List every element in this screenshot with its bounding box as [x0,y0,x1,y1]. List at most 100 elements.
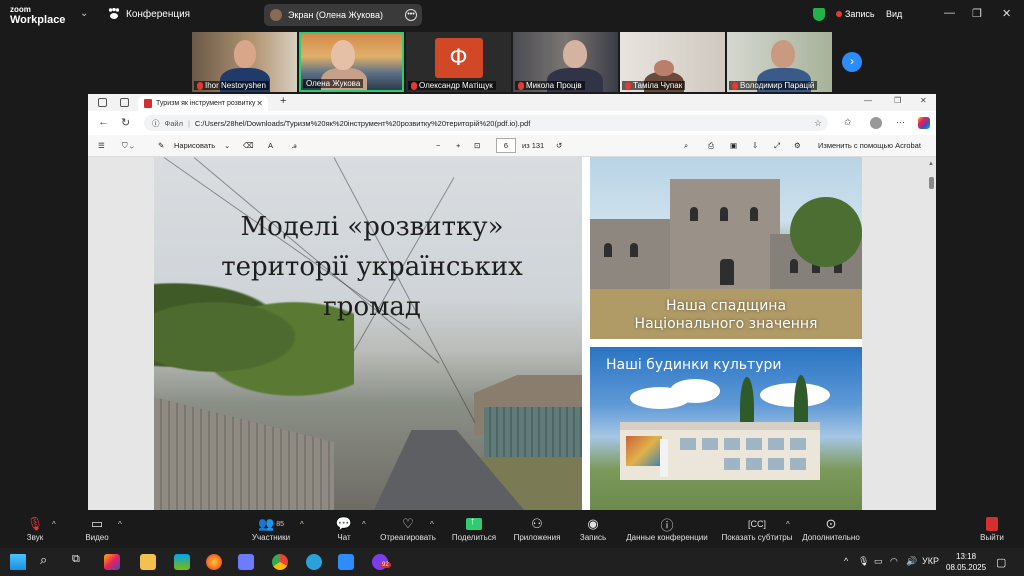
slide-title-line3: громад [323,292,421,322]
audio-options-icon[interactable]: ^ [52,520,56,529]
minimize-icon[interactable]: — [944,7,955,19]
firefox-icon[interactable] [206,554,222,570]
share-screen-button[interactable]: Поделиться [448,515,500,542]
draw-icon[interactable]: ✎ [158,141,164,150]
leave-button[interactable]: Выйти [978,515,1006,542]
screen-share-indicator[interactable]: Экран (Олена Жукова) ••• [264,4,422,26]
wifi-icon[interactable]: ◠ [890,556,898,567]
profile-avatar[interactable] [870,117,882,129]
workspaces-icon[interactable] [98,98,107,107]
telegram-icon[interactable] [306,554,322,570]
read-aloud-icon[interactable]: ꭿ [292,141,297,151]
video-options-icon[interactable]: ^ [118,520,122,529]
view-button[interactable]: Вид [886,9,902,19]
file-explorer-icon[interactable] [140,554,156,570]
participants-options-icon[interactable]: ^ [300,520,304,529]
zoom-in-icon[interactable]: + [456,141,460,150]
record-button[interactable]: ◉ Запись [576,515,610,542]
clock[interactable]: 13:18 08.05.2025 [946,551,986,573]
search-icon[interactable]: ⌕ [684,141,688,151]
video-button[interactable]: ▭ Видео [80,515,114,542]
print-icon[interactable]: ⎙ [708,141,714,151]
store-icon[interactable] [174,554,190,570]
settings-gear-icon[interactable]: ⚙ [794,141,801,150]
react-options-icon[interactable]: ^ [430,520,434,529]
fullscreen-icon[interactable]: ⤢ [774,141,780,151]
wall [590,219,680,299]
chat-options-icon[interactable]: ^ [362,520,366,529]
refresh-icon[interactable]: ↻ [121,116,130,129]
zoom-app-icon[interactable] [338,554,354,570]
zoom-out-icon[interactable]: − [436,141,440,150]
copilot-icon[interactable] [918,117,930,129]
save-icon[interactable]: ▣ [730,141,737,150]
highlight-icon[interactable]: ⛉ ⌄ [122,141,134,151]
close-icon[interactable]: ✕ [1002,7,1011,20]
scroll-up-icon[interactable]: ▲ [928,161,934,167]
tab-actions-icon[interactable] [120,98,129,107]
info-icon[interactable]: ⓘ [152,118,160,129]
draw-button[interactable]: Нарисовать [174,141,215,150]
edit-with-acrobat-button[interactable]: Изменить с помощью Acrobat [818,141,921,150]
favorite-star-icon[interactable]: ☆ [814,118,822,129]
text-icon[interactable]: A [268,141,273,150]
microphone-icon[interactable]: 🎙 [858,556,869,567]
start-windows-icon[interactable] [10,554,26,570]
minimize-icon[interactable]: — [864,96,872,105]
close-icon[interactable]: ✕ [920,96,927,105]
statue [660,439,668,477]
save-disk-icon[interactable] [238,554,254,570]
contents-icon[interactable]: ☰ [98,141,105,150]
chevron-up-icon[interactable]: ^ [844,556,848,566]
apps-button[interactable]: ⚇ Приложения [510,515,564,542]
meeting-menu[interactable]: Конференция [108,8,190,20]
react-button[interactable]: ♡ Отреагировать [378,515,438,542]
more-icon[interactable]: ⋯ [896,117,905,128]
captions-button[interactable]: [CC] Показать субтитры [720,515,794,542]
more-icon[interactable]: ••• [405,9,417,21]
favorites-icon[interactable]: ✩ [844,117,852,128]
chevron-down-icon[interactable]: ⌄ [224,141,230,150]
participant-tile[interactable]: Ihor Nestoryshen [192,32,297,92]
more-button[interactable]: ⊙ Дополнительно [800,515,862,542]
next-page-arrow-icon[interactable]: › [842,52,862,72]
page-number-input[interactable]: 6 [496,138,516,153]
volume-icon[interactable]: 🔊 [906,556,917,567]
close-tab-icon[interactable]: ✕ [256,99,263,108]
task-view-icon[interactable]: ⧉ [72,553,80,566]
participants-button[interactable]: 👥 85 Участники [248,515,294,542]
captions-options-icon[interactable]: ^ [786,520,790,529]
new-tab-icon[interactable]: + [280,95,286,107]
meeting-info-button[interactable]: ⓘ Данные конференции [624,515,710,543]
back-icon[interactable]: ← [98,116,109,128]
window [724,438,740,450]
recording-indicator[interactable]: Запись [836,9,875,19]
audio-label: Звук [26,533,44,542]
shield-icon[interactable] [813,8,825,21]
battery-icon[interactable]: ▭ [874,556,883,567]
participant-tile[interactable]: Володимир Парацій [727,32,832,92]
restore-icon[interactable]: ❐ [894,96,901,105]
tab-pdf[interactable]: Туризм як інструмент розвитку ✕ [138,96,268,111]
participant-tile[interactable]: Микола Проців [513,32,618,92]
chevron-down-icon[interactable]: ⌄ [80,8,88,19]
rotate-icon[interactable]: ↺ [556,141,562,150]
participant-tile[interactable]: Ф Олександр Матіщук [406,32,511,92]
notifications-icon[interactable]: ▢ [996,556,1006,569]
chat-button[interactable]: 💬 Чат [332,515,356,542]
participant-tile[interactable]: Тамiла Чупак [620,32,725,92]
copilot-icon[interactable] [104,554,120,570]
participant-tile-active[interactable]: Олена Жукова [299,32,404,92]
address-bar[interactable]: ⓘ Файл | C:/Users/28hel/Downloads/Туризм… [144,115,828,131]
scrollbar-thumb[interactable] [929,177,934,189]
restore-icon[interactable]: ❐ [972,7,982,20]
chrome-icon[interactable] [272,554,288,570]
record-dot-icon [836,11,842,17]
audio-button[interactable]: 🎙 Звук [20,515,50,542]
pdf-viewer[interactable]: Моделі «розвитку» території українських … [88,157,936,510]
save-as-icon[interactable]: ⇩ [752,141,758,150]
language-indicator[interactable]: УКР [922,556,939,566]
search-icon[interactable]: ⌕ [40,552,47,568]
fit-page-icon[interactable]: ⊡ [474,141,480,150]
eraser-icon[interactable]: ⌫ [243,141,254,150]
